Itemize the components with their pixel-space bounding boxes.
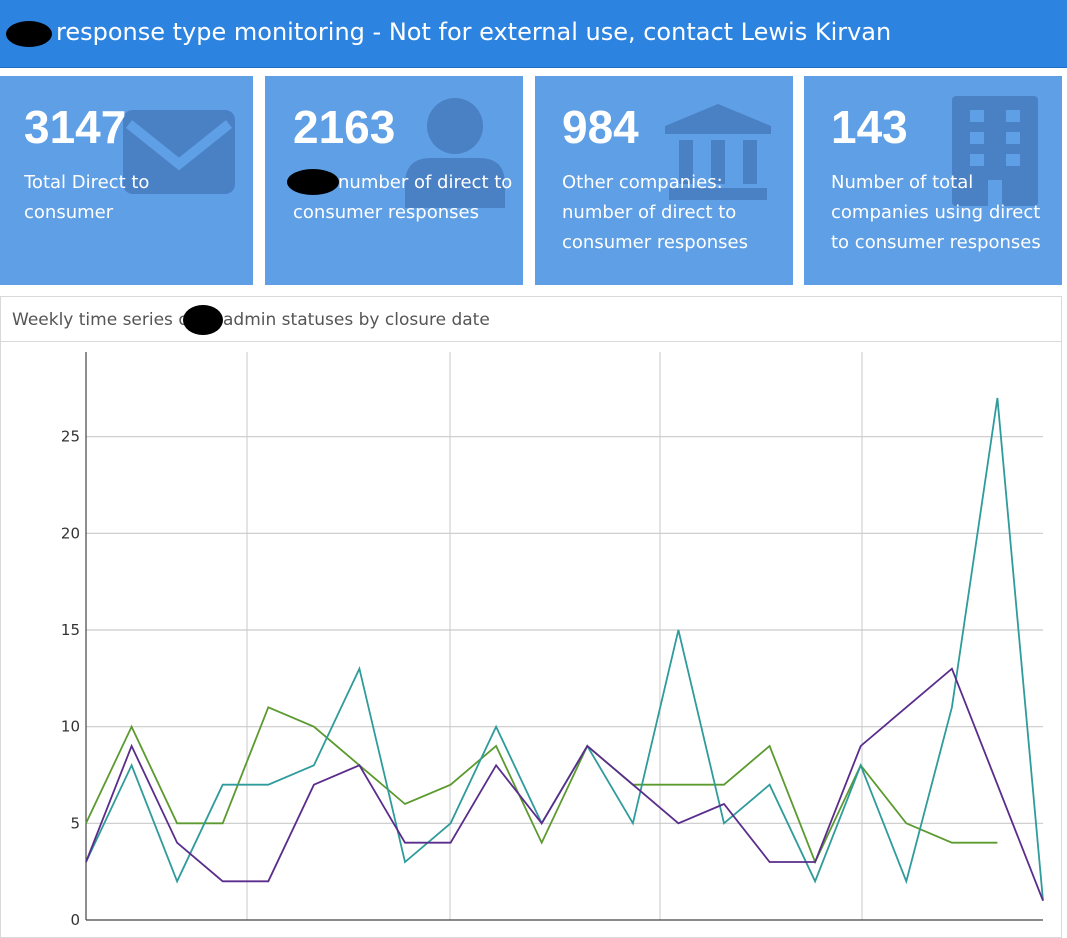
value-boxes: 3147 Total Direct to consumer 2163 numbe… <box>0 76 1067 285</box>
value-box-companies: 143 Number of total companies using dire… <box>804 76 1062 285</box>
y-tick-label: 25 <box>61 428 80 446</box>
panel-title-prefix: Weekly time series of <box>12 310 195 330</box>
series-line-1 <box>85 397 1044 901</box>
y-tick-label: 10 <box>61 718 80 736</box>
value-box-company: 2163 number of direct to consumer respon… <box>265 76 523 285</box>
y-tick-label: 20 <box>61 524 80 542</box>
value-box-number: 984 <box>562 101 639 153</box>
panel-header: Weekly time series of admin statuses by … <box>1 297 1061 342</box>
value-box-label: Other companies: number of direct to con… <box>562 172 748 253</box>
header-bar: response type monitoring - Not for exter… <box>0 0 1067 68</box>
y-tick-label: 0 <box>70 911 80 926</box>
panel-title: admin statuses by closure date <box>223 310 490 330</box>
page-title: response type monitoring - Not for exter… <box>56 18 892 46</box>
value-box-number: 143 <box>831 101 908 153</box>
value-box-other: 984 Other companies: number of direct to… <box>535 76 793 285</box>
value-box-total: 3147 Total Direct to consumer <box>0 76 253 285</box>
value-box-number: 2163 <box>293 101 396 153</box>
value-box-label: number of direct to consumer responses <box>293 172 513 223</box>
y-tick-label: 5 <box>70 814 80 832</box>
value-box-number: 3147 <box>24 101 127 153</box>
y-tick-label: 15 <box>61 621 80 639</box>
redaction-mark <box>6 21 52 47</box>
value-box-label: Total Direct to consumer <box>24 172 150 223</box>
value-box-label: Number of total companies using direct t… <box>831 172 1041 253</box>
line-chart: 0 5 10 15 20 25 <box>61 352 1044 926</box>
redaction-mark <box>183 305 223 335</box>
